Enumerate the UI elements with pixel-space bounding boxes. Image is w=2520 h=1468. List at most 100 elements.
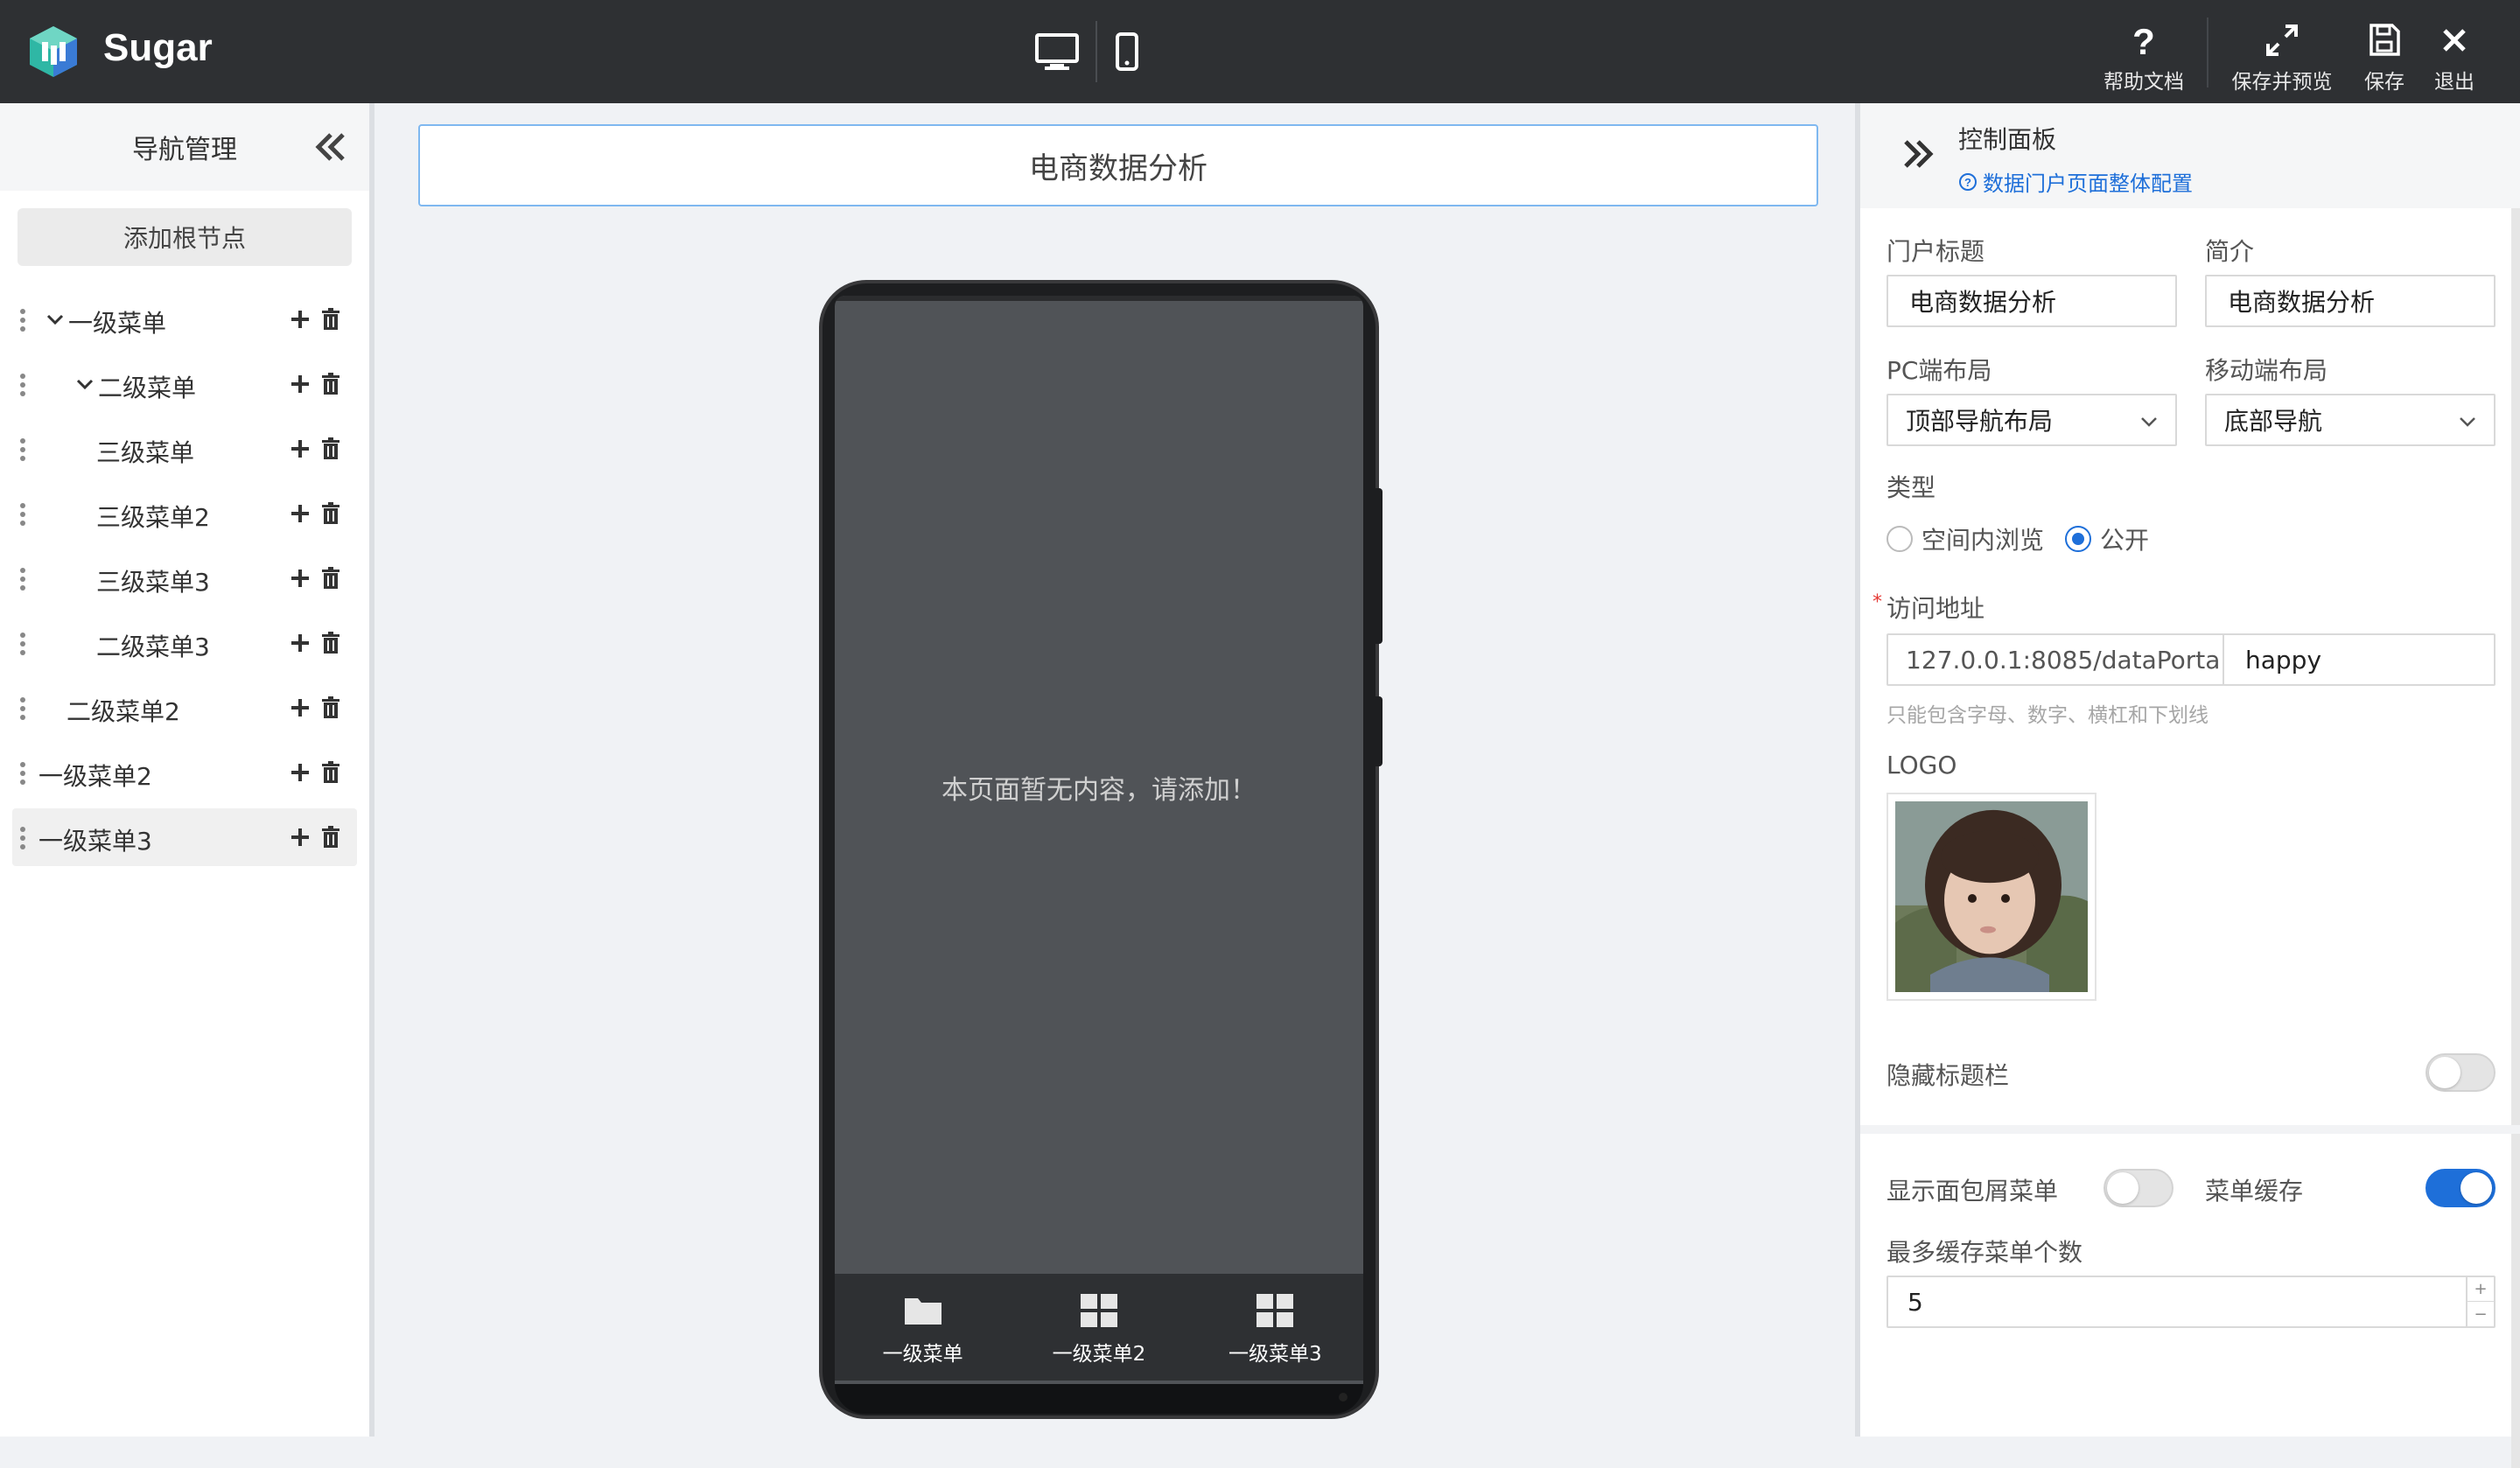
trash-icon[interactable] xyxy=(320,307,341,332)
menu-tree: 一级菜单 二级菜单 三级菜单 三级菜单2 三级菜单3 二级菜单3 二级菜单2 一… xyxy=(0,290,369,866)
double-chevron-left-icon[interactable] xyxy=(312,128,350,166)
logo-upload[interactable] xyxy=(1886,793,2096,1001)
plus-icon[interactable] xyxy=(289,567,312,590)
tab-label: 一级菜单3 xyxy=(1228,1343,1322,1366)
tree-item[interactable]: 一级菜单2 xyxy=(12,744,357,801)
tree-item[interactable]: 一级菜单 xyxy=(12,290,357,348)
url-prefix: 127.0.0.1:8085/dataPortal/ xyxy=(1886,633,2236,686)
trash-icon[interactable] xyxy=(320,760,341,785)
chevron-down-icon xyxy=(2460,417,2475,427)
plus-icon[interactable] xyxy=(289,826,312,849)
plus-icon[interactable] xyxy=(289,502,312,525)
tree-item[interactable]: 三级菜单2 xyxy=(12,485,357,542)
section-divider xyxy=(1860,1125,2520,1134)
help-docs-button[interactable]: ? 帮助文档 xyxy=(2100,21,2188,94)
trash-icon[interactable] xyxy=(320,631,341,655)
drag-handle-icon[interactable] xyxy=(19,308,26,332)
type-radio-public[interactable]: 公开 xyxy=(2065,521,2149,556)
drag-handle-icon[interactable] xyxy=(19,826,26,850)
tab-menu-2[interactable]: 一级菜单2 xyxy=(1011,1274,1186,1381)
scrollbar[interactable] xyxy=(2511,208,2520,1468)
grid-icon xyxy=(1080,1294,1117,1327)
trash-icon[interactable] xyxy=(320,437,341,461)
radio-button[interactable] xyxy=(1886,526,1913,552)
number-stepper[interactable]: + − xyxy=(2466,1277,2494,1326)
divider xyxy=(1096,21,1097,82)
plus-icon[interactable] xyxy=(289,437,312,460)
tree-item-label: 二级菜单3 xyxy=(96,633,210,661)
phone-side-button xyxy=(1376,488,1382,644)
portal-title-input[interactable]: 电商数据分析 xyxy=(1886,275,2177,327)
portal-config-link[interactable]: ? 数据门户页面整体配置 xyxy=(1958,166,2193,197)
tree-item-label: 三级菜单3 xyxy=(96,568,210,597)
tree-item-label: 二级菜单2 xyxy=(66,697,180,726)
trash-icon[interactable] xyxy=(320,696,341,720)
tab-menu-1[interactable]: 一级菜单 xyxy=(835,1274,1011,1381)
plus-icon[interactable] xyxy=(289,632,312,654)
pc-layout-label: PC端布局 xyxy=(1886,356,1992,385)
exit-button[interactable]: 退出 xyxy=(2424,21,2485,94)
mobile-view-icon[interactable] xyxy=(1110,25,1144,78)
svg-text:?: ? xyxy=(1964,176,1971,189)
drag-handle-icon[interactable] xyxy=(19,696,26,721)
chevron-down-icon[interactable] xyxy=(75,374,94,394)
tree-item-label: 三级菜单 xyxy=(96,438,195,467)
menu-cache-toggle[interactable] xyxy=(2426,1169,2496,1207)
url-suffix-input[interactable]: happy xyxy=(2222,633,2496,686)
save-and-preview-label: 保存并预览 xyxy=(2231,71,2333,94)
tree-item[interactable]: 二级菜单2 xyxy=(12,679,357,737)
add-root-node-button[interactable]: 添加根节点 xyxy=(18,208,352,266)
chevron-down-icon[interactable] xyxy=(46,310,65,329)
mobile-layout-select[interactable]: 底部导航 xyxy=(2205,394,2496,446)
pc-layout-select[interactable]: 顶部导航布局 xyxy=(1886,394,2177,446)
drag-handle-icon[interactable] xyxy=(19,632,26,656)
stepper-down-icon[interactable]: − xyxy=(2468,1302,2494,1326)
save-button[interactable]: 保存 xyxy=(2354,21,2415,94)
tab-menu-3[interactable]: 一级菜单3 xyxy=(1187,1274,1363,1381)
trash-icon[interactable] xyxy=(320,372,341,396)
breadcrumb-toggle[interactable] xyxy=(2104,1169,2174,1207)
top-bar: Sugar ? 帮助文档 保存并预览 保存 退出 xyxy=(0,0,2520,103)
app-name: Sugar xyxy=(103,26,213,69)
tree-item-label: 三级菜单2 xyxy=(96,503,210,532)
type-radio-internal[interactable]: 空间内浏览 xyxy=(1886,521,2044,556)
intro-input[interactable]: 电商数据分析 xyxy=(2205,275,2496,327)
plus-icon[interactable] xyxy=(289,308,312,331)
tree-item[interactable]: 三级菜单 xyxy=(12,420,357,478)
phone-screen: 本页面暂无内容，请添加！ 一级菜单 一级菜单2 一级菜单3 xyxy=(835,296,1363,1384)
radio-label: 空间内浏览 xyxy=(1922,526,2045,555)
empty-content-message: 本页面暂无内容，请添加！ xyxy=(942,775,1256,806)
double-chevron-right-icon[interactable] xyxy=(1899,135,1937,173)
save-and-preview-button[interactable]: 保存并预览 xyxy=(2221,21,2343,94)
drag-handle-icon[interactable] xyxy=(19,373,26,397)
trash-icon[interactable] xyxy=(320,825,341,849)
tree-item-selected[interactable]: 一级菜单3 xyxy=(12,808,357,866)
menu-cache-label: 菜单缓存 xyxy=(2205,1177,2304,1206)
stepper-up-icon[interactable]: + xyxy=(2468,1277,2494,1302)
drag-handle-icon[interactable] xyxy=(19,437,26,462)
plus-icon[interactable] xyxy=(289,696,312,719)
desktop-view-icon[interactable] xyxy=(1031,25,1083,78)
type-label: 类型 xyxy=(1886,473,1936,502)
max-cache-label: 最多缓存菜单个数 xyxy=(1886,1238,2083,1267)
plus-icon[interactable] xyxy=(289,373,312,395)
hide-title-toggle[interactable] xyxy=(2426,1053,2496,1092)
max-cache-input[interactable]: 5 + − xyxy=(1886,1276,2496,1328)
intro-label: 简介 xyxy=(2205,237,2255,266)
portal-title-bar[interactable]: 电商数据分析 xyxy=(418,124,1818,206)
drag-handle-icon[interactable] xyxy=(19,567,26,591)
sidebar-header: 导航管理 xyxy=(0,103,369,191)
tab-label: 一级菜单2 xyxy=(1052,1343,1146,1366)
radio-button-selected[interactable] xyxy=(2065,526,2091,552)
plus-icon[interactable] xyxy=(289,761,312,784)
tree-item[interactable]: 二级菜单3 xyxy=(12,614,357,672)
drag-handle-icon[interactable] xyxy=(19,761,26,786)
trash-icon[interactable] xyxy=(320,501,341,526)
divider xyxy=(2207,17,2208,87)
drag-handle-icon[interactable] xyxy=(19,502,26,527)
folder-icon xyxy=(904,1298,942,1325)
tree-item[interactable]: 三级菜单3 xyxy=(12,549,357,607)
question-circle-icon: ? xyxy=(1959,172,1977,191)
trash-icon[interactable] xyxy=(320,566,341,591)
tree-item[interactable]: 二级菜单 xyxy=(12,355,357,413)
